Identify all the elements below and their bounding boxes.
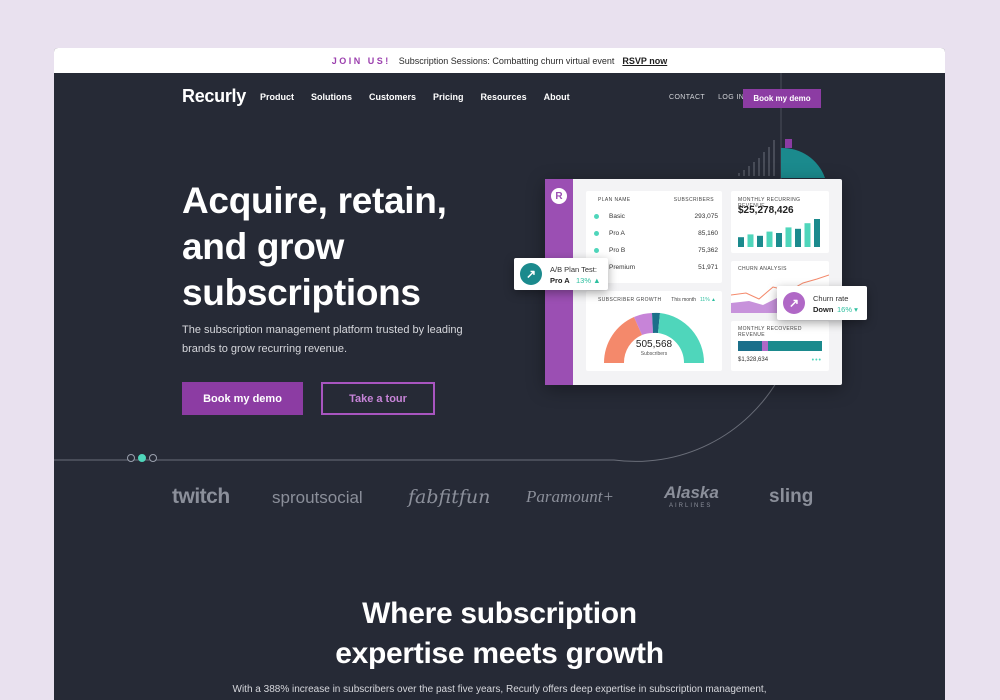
section-title-line: expertise meets growth — [335, 637, 664, 670]
rsvp-link[interactable]: RSVP now — [622, 56, 667, 66]
hero-subtitle-line: brands to grow recurring revenue. — [182, 343, 348, 355]
plan-dot-icon — [594, 248, 599, 253]
growth-title: SUBSCRIBER GROWTH — [598, 297, 662, 303]
event-text: Subscription Sessions: Combatting churn … — [398, 55, 615, 66]
recovered-revenue-card: MONTHLY RECOVERED REVENUE $1,328,634 ••• — [731, 321, 829, 371]
recovered-value: $1,328,634 — [738, 357, 769, 363]
plan-value: 293,075 — [694, 213, 719, 220]
alaska-logo: Alaska — [664, 483, 719, 502]
plan-value: 75,362 — [698, 247, 718, 254]
hero-subtitle-line: The subscription management platform tru… — [182, 324, 463, 336]
plan-name: Pro A — [609, 230, 625, 237]
more-dots-icon: ••• — [811, 357, 822, 364]
ab-test-change: 13% ▲ — [576, 276, 601, 285]
nav-secondary: CONTACT LOG IN — [669, 94, 744, 101]
contact-link[interactable]: CONTACT — [669, 94, 705, 101]
customer-logos: twitch sproutsocial fabfitfun Paramount+… — [172, 481, 814, 521]
carousel-dots — [127, 454, 157, 462]
join-us-label: JOIN US! — [331, 55, 391, 66]
nav-resources[interactable]: Resources — [481, 92, 527, 102]
subscriber-growth-card: SUBSCRIBER GROWTH This month 11% ▲ 505,5… — [586, 291, 722, 371]
announcement-banner: JOIN US! Subscription Sessions: Combatti… — [54, 48, 945, 73]
nav-solutions[interactable]: Solutions — [311, 92, 352, 102]
book-demo-button[interactable]: Book my demo — [182, 382, 303, 415]
hero-title-line: subscriptions — [182, 272, 421, 313]
plans-header-subscribers: SUBSCRIBERS — [673, 197, 714, 203]
mrr-bar-chart — [738, 219, 820, 247]
plan-value: 51,971 — [698, 264, 718, 271]
plan-dot-icon — [594, 231, 599, 236]
paramount-logo: Paramount+ — [526, 487, 614, 506]
main-nav: Recurly Product Solutions Customers Pric… — [54, 73, 945, 123]
churn-analysis-title: CHURN ANALYSIS — [738, 266, 787, 272]
alaska-airlines-label: AIRLINES — [669, 503, 713, 509]
hero-title: Acquire, retain, and grow subscriptions — [182, 178, 502, 316]
churn-rate-direction: Down — [813, 305, 834, 314]
churn-rate-change: 16% ▾ — [837, 305, 858, 314]
nav-book-demo-button[interactable]: Book my demo — [743, 89, 821, 108]
carousel-dot[interactable] — [127, 454, 135, 462]
hero-title-line: Acquire, retain, — [182, 180, 447, 221]
ab-test-plan: Pro A — [550, 276, 570, 285]
carousel-dot-active[interactable] — [138, 454, 146, 462]
growth-this-month-value: 11% ▲ — [700, 297, 716, 303]
plan-name: Basic — [609, 213, 625, 220]
mrr-bar — [776, 233, 782, 247]
nav-about[interactable]: About — [544, 92, 570, 102]
churn-rate-title: Churn rate — [813, 294, 849, 303]
sling-logo: sling — [769, 486, 814, 507]
plan-value: 85,160 — [698, 230, 718, 237]
plan-row: Basic 293,075 — [594, 208, 718, 225]
mrr-bar — [766, 231, 773, 247]
recovered-title: MONTHLY RECOVERED REVENUE — [738, 326, 802, 338]
carousel-dot[interactable] — [149, 454, 157, 462]
login-link[interactable]: LOG IN — [718, 94, 744, 101]
mrr-card: MONTHLY RECURRING REVENUE $25,278,426 — [731, 191, 829, 253]
mrr-bar — [814, 219, 820, 247]
plan-name: Pro B — [609, 247, 626, 254]
fabfitfun-logo: fabfitfun — [408, 486, 491, 508]
mrr-bar — [747, 234, 754, 247]
mrr-bar — [757, 235, 763, 247]
mrr-value: $25,278,426 — [738, 205, 794, 216]
churn-rate-popup: ↗ Churn rate Down 16% ▾ — [777, 286, 867, 320]
nav-customers[interactable]: Customers — [369, 92, 416, 102]
browser-page: JOIN US! Subscription Sessions: Combatti… — [54, 48, 945, 700]
section-subtitle: With a 388% increase in subscribers over… — [232, 684, 767, 695]
hero-title-line: and grow — [182, 226, 345, 267]
recurly-logo[interactable]: Recurly — [182, 86, 246, 107]
plan-name: Premium — [609, 264, 636, 271]
plans-header-name: PLAN NAME — [598, 197, 631, 203]
nav-pricing[interactable]: Pricing — [433, 92, 464, 102]
arrow-up-right-icon: ↗ — [520, 263, 542, 285]
plan-row: Premium 51,971 — [594, 259, 718, 276]
sproutsocial-logo: sproutsocial — [272, 488, 363, 507]
mrr-bar — [795, 228, 801, 247]
nav-product[interactable]: Product — [260, 92, 294, 102]
ab-test-title: A/B Plan Test: — [550, 265, 597, 274]
section-title: Where subscription expertise meets growt… — [54, 594, 945, 674]
recurly-r-icon: R — [551, 188, 567, 204]
nav-links: Product Solutions Customers Pricing Reso… — [260, 92, 570, 102]
mrr-bar — [785, 227, 792, 247]
mrr-bar — [738, 237, 744, 247]
plan-row: Pro A 85,160 — [594, 225, 718, 242]
growth-total: 505,568 — [635, 339, 673, 350]
take-tour-button[interactable]: Take a tour — [321, 382, 435, 415]
growth-total-label: Subscribers — [640, 351, 668, 357]
plan-row: Pro B 75,362 — [594, 242, 718, 259]
mrr-bar — [804, 223, 811, 247]
subscriber-donut-chart — [603, 312, 705, 363]
growth-this-month-label: This month — [671, 297, 696, 303]
section-title-line: Where subscription — [362, 597, 637, 630]
recovered-bar — [738, 341, 822, 351]
ab-test-popup: ↗ A/B Plan Test: Pro A 13% ▲ — [514, 258, 608, 290]
hero-subtitle: The subscription management platform tru… — [182, 321, 482, 359]
arrow-up-right-icon: ↗ — [783, 292, 805, 314]
twitch-logo: twitch — [172, 485, 230, 508]
plan-dot-icon — [594, 214, 599, 219]
